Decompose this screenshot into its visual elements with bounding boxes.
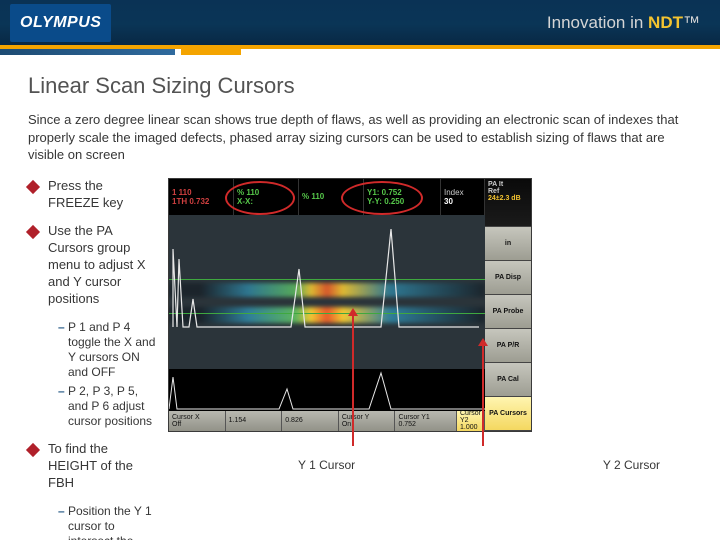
readout-val: 1 110	[172, 188, 230, 197]
status-val: 0.752	[398, 421, 453, 428]
scope-screenshot: 1 110 1TH 0.732 % 110 X-X: % 110 Y1: 0.7…	[168, 178, 532, 432]
status-val: Off	[172, 421, 222, 428]
diamond-icon	[26, 443, 40, 457]
diamond-icon	[26, 180, 40, 194]
tab-pa-cursors: PA Cursors	[485, 397, 531, 431]
scope-side-tabs: PA It Ref 24±2.3 dB in PA Disp PA Probe …	[485, 179, 531, 431]
tagline: Innovation in NDT™	[547, 13, 700, 33]
tab-units: in	[485, 227, 531, 261]
tab-pa-cal: PA Cal	[485, 363, 531, 397]
tab-info-line: PA It	[488, 181, 503, 188]
tagline-highlight: NDT	[648, 13, 683, 32]
sub-bullet: – P 1 and P 4 toggle the X and Y cursors…	[58, 320, 156, 380]
status-val: 1.154	[229, 417, 279, 424]
status-val: On	[342, 421, 392, 428]
status-label: Cursor Y	[342, 414, 392, 421]
tab-info-line: 24±2.3 dB	[488, 195, 521, 202]
bullet-text: To find the HEIGHT of the FBH	[48, 441, 156, 492]
bullet-list: Press the FREEZE key Use the PA Cursors …	[28, 178, 156, 540]
tab-pa-probe: PA Probe	[485, 295, 531, 329]
scope-top-readout: 1 110 1TH 0.732 % 110 X-X: % 110 Y1: 0.7…	[169, 179, 485, 215]
tab-pa-disp: PA Disp	[485, 261, 531, 295]
bullet-item: To find the HEIGHT of the FBH	[28, 441, 156, 492]
dash-icon: –	[58, 504, 68, 540]
readout-val: 30	[444, 197, 481, 206]
bullet-item: Use the PA Cursors group menu to adjust …	[28, 223, 156, 307]
brand-logo: OLYMPUS	[10, 4, 111, 42]
sub-bullet: – Position the Y 1 cursor to intersect t…	[58, 504, 156, 540]
status-label: Cursor Y2	[460, 410, 481, 424]
arrow-y2	[482, 346, 484, 446]
ascan-trace	[171, 219, 481, 329]
sub-bullet-text: P 2, P 3, P 5, and P 6 adjust cursor pos…	[68, 384, 156, 429]
tagline-suffix: ™	[683, 13, 700, 32]
bullet-text: Use the PA Cursors group menu to adjust …	[48, 223, 156, 307]
readout-label: Index	[444, 188, 481, 197]
scope-ascan-bottom-trace	[169, 369, 485, 411]
logo-text: OLYMPUS	[20, 14, 101, 32]
callout-y2: Y 2 Cursor	[603, 458, 660, 472]
brand-header: OLYMPUS Innovation in NDT™	[0, 0, 720, 45]
accent-sub-bars	[0, 49, 720, 55]
page-title: Linear Scan Sizing Cursors	[28, 73, 690, 99]
slide-content: Linear Scan Sizing Cursors Since a zero …	[0, 55, 720, 540]
tab-pa-pr: PA P/R	[485, 329, 531, 363]
tab-info-line: Ref	[488, 188, 499, 195]
highlight-ellipse	[225, 181, 295, 215]
status-label: Cursor Y1	[398, 414, 453, 421]
arrow-y1	[352, 316, 354, 446]
diamond-icon	[26, 225, 40, 239]
figure-callouts: Y 1 Cursor Y 2 Cursor	[168, 458, 690, 472]
dash-icon: –	[58, 384, 68, 429]
readout-val: 1TH 0.732	[172, 197, 230, 206]
sub-bullet-text: P 1 and P 4 toggle the X and Y cursors O…	[68, 320, 156, 380]
bullet-text: Press the FREEZE key	[48, 178, 156, 212]
status-label: Cursor X	[172, 414, 222, 421]
sub-bullet-text: Position the Y 1 cursor to intersect the…	[68, 504, 156, 540]
tab-info: PA It Ref 24±2.3 dB	[485, 179, 531, 227]
scope-status-bar: Cursor X Off 1.154 0.826 Cursor Y On	[169, 411, 485, 431]
callout-y1: Y 1 Cursor	[298, 458, 355, 472]
intro-paragraph: Since a zero degree linear scan shows tr…	[28, 111, 690, 164]
status-val: 1.000	[460, 424, 481, 431]
figure-column: 1 110 1TH 0.732 % 110 X-X: % 110 Y1: 0.7…	[168, 178, 690, 472]
sub-bullet: – P 2, P 3, P 5, and P 6 adjust cursor p…	[58, 384, 156, 429]
dash-icon: –	[58, 320, 68, 380]
status-val: 0.826	[285, 417, 335, 424]
tagline-prefix: Innovation in	[547, 13, 648, 32]
bullet-item: Press the FREEZE key	[28, 178, 156, 212]
highlight-ellipse	[341, 181, 423, 215]
